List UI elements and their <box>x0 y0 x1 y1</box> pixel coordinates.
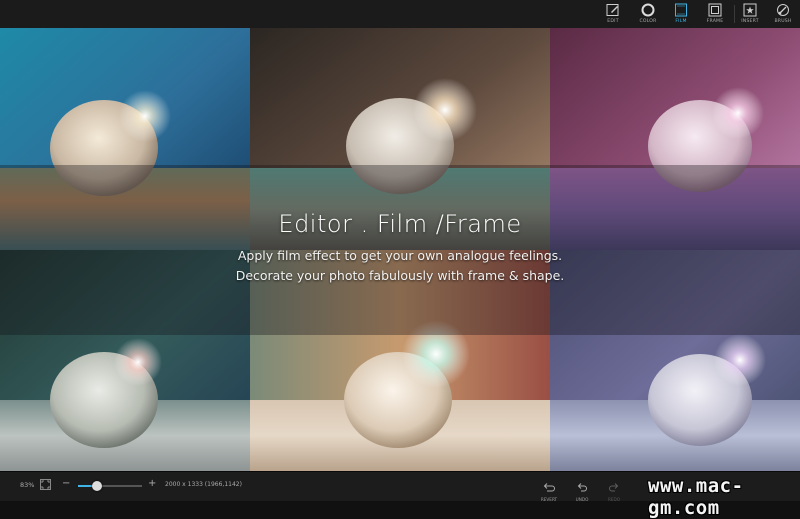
tool-insert-label: INSERT <box>741 19 759 24</box>
tool-color-label: COLOR <box>639 19 657 24</box>
insert-star-icon <box>743 3 757 17</box>
zoom-out-button[interactable]: − <box>62 479 70 489</box>
redo-icon <box>609 483 619 492</box>
tool-brush[interactable]: BRUSH <box>766 3 800 27</box>
fit-to-screen-button[interactable] <box>40 479 51 490</box>
site-watermark: www.mac-gm.com <box>648 475 744 519</box>
bottom-bar: 83% − + 2000 x 1333 (1966,1142) REVERT U… <box>0 471 800 519</box>
subtitle-line-1: Apply film effect to get your own analog… <box>237 248 563 263</box>
tool-edit[interactable]: EDIT <box>596 3 630 27</box>
undo-icon <box>577 483 587 492</box>
revert-icon <box>543 483 555 492</box>
subtitle-line-2: Decorate your photo fabulously with fram… <box>235 268 565 283</box>
tool-film-label: FILM <box>675 19 687 24</box>
frame-icon <box>708 3 722 17</box>
tool-frame[interactable]: FRAME <box>698 3 732 27</box>
tool-frame-label: FRAME <box>706 19 724 24</box>
brush-icon <box>777 4 789 16</box>
tool-film[interactable]: FILM <box>664 3 698 27</box>
zoom-slider-handle[interactable] <box>92 481 103 491</box>
undo-button[interactable]: UNDO <box>568 477 596 502</box>
redo-button[interactable]: REDO <box>600 477 628 502</box>
tool-color[interactable]: COLOR <box>631 3 665 27</box>
tool-brush-label: BRUSH <box>774 19 792 24</box>
tool-insert[interactable]: INSERT <box>733 3 767 27</box>
zoom-slider[interactable] <box>78 481 142 491</box>
headline: Editor . Film /Frame <box>278 210 522 238</box>
color-circle-icon <box>641 3 655 17</box>
revert-button[interactable]: REVERT <box>535 477 563 502</box>
zoom-percent: 83% <box>20 481 35 489</box>
tool-edit-label: EDIT <box>607 19 619 24</box>
fit-screen-icon <box>41 480 50 489</box>
image-dimensions: 2000 x 1333 (1966,1142) <box>165 481 242 488</box>
edit-icon <box>606 4 619 16</box>
film-icon <box>675 3 687 17</box>
top-toolbar: EDIT COLOR FILM FRAME INSERT BRUSH <box>0 0 800 29</box>
zoom-in-button[interactable]: + <box>148 479 156 489</box>
